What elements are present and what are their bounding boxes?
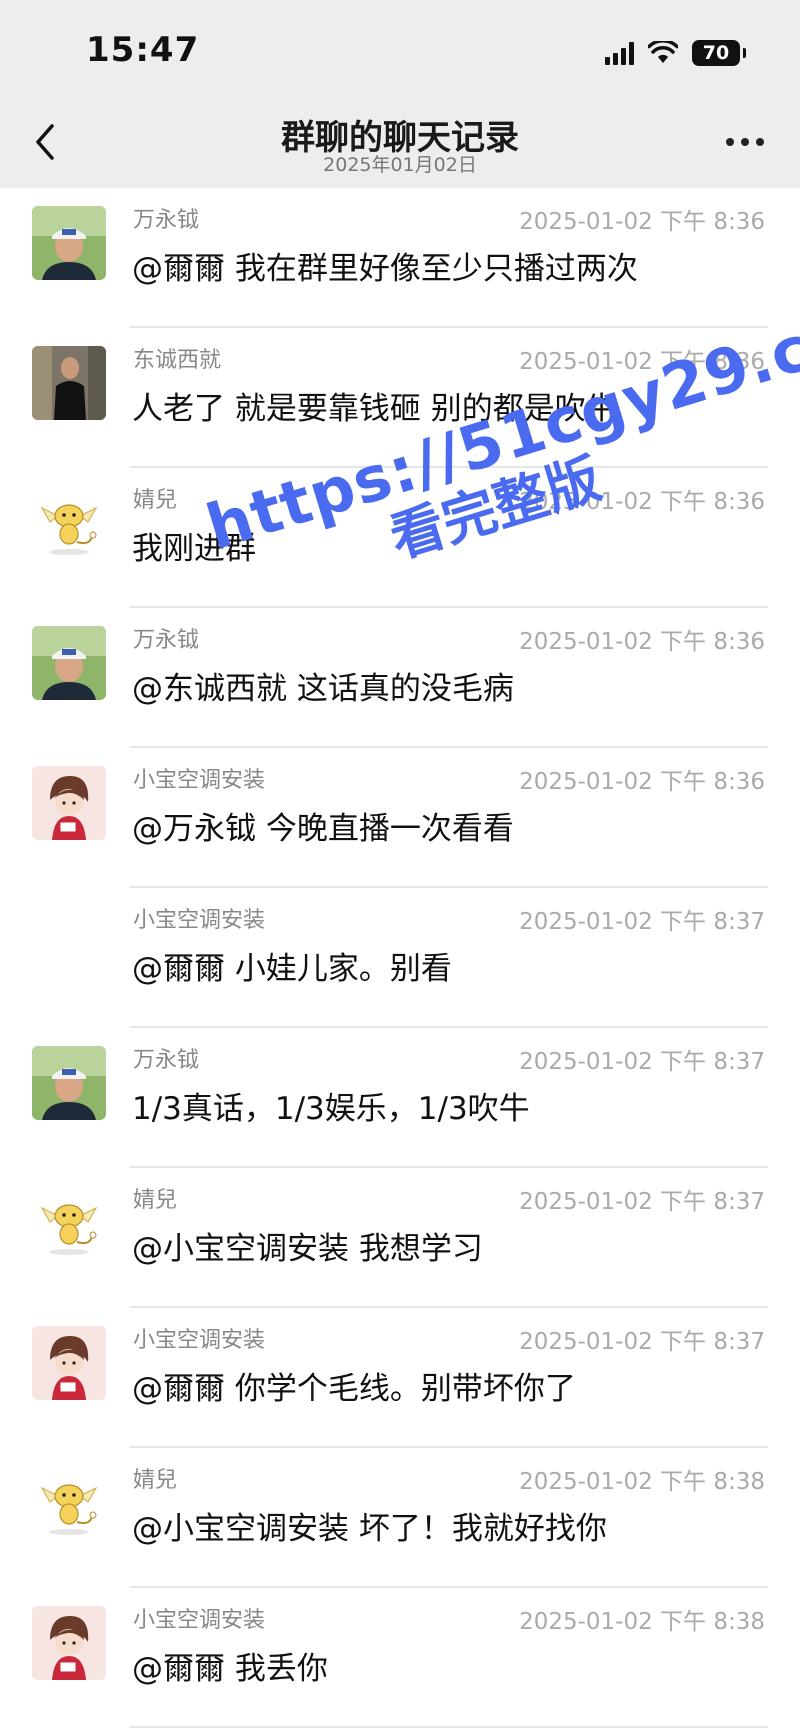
- sender-name: 小宝空调安装: [133, 1608, 266, 1633]
- sender-name: 婧兒: [133, 1468, 178, 1493]
- sender-name: 万永钺: [133, 628, 200, 653]
- message-item[interactable]: 万永钺 2025-01-02 下午 8:36 @东诚西就 这话真的没毛病: [0, 608, 800, 748]
- avatar[interactable]: [32, 766, 106, 840]
- sender-name: 婧兒: [133, 488, 178, 513]
- sender-name: 小宝空调安装: [133, 1328, 266, 1353]
- message-time: 2025-01-02 下午 8:36: [519, 489, 765, 515]
- message-text: @爾爾 小娃儿家。别看: [132, 951, 452, 987]
- more-icon[interactable]: [726, 138, 764, 146]
- message-text: @小宝空调安装 坏了！我就好找你: [132, 1511, 607, 1547]
- message-item[interactable]: 婧兒 2025-01-02 下午 8:36 我刚进群: [0, 468, 800, 608]
- message-item[interactable]: 小宝空调安装 2025-01-02 下午 8:37 @爾爾 小娃儿家。别看: [0, 888, 800, 1028]
- message-time: 2025-01-02 下午 8:38: [519, 1469, 765, 1495]
- message-time: 2025-01-02 下午 8:37: [519, 1329, 765, 1355]
- avatar[interactable]: [32, 1606, 106, 1680]
- message-text: 1/3真话，1/3娱乐，1/3吹牛: [132, 1091, 530, 1127]
- message-item[interactable]: 小宝空调安装 2025-01-02 下午 8:38 @爾爾 我丢你: [0, 1588, 800, 1728]
- clock: 15:47: [86, 30, 200, 70]
- sender-name: 东诚西就: [133, 348, 222, 373]
- message-time: 2025-01-02 下午 8:37: [519, 1189, 765, 1215]
- message-item[interactable]: 万永钺 2025-01-02 下午 8:36 @爾爾 我在群里好像至少只播过两次: [0, 188, 800, 328]
- status-bar: 15:47 70: [0, 0, 800, 100]
- sender-name: 小宝空调安装: [133, 908, 266, 933]
- nav-bar: 群聊的聊天记录 2025年01月02日: [0, 100, 800, 188]
- sender-name: 婧兒: [133, 1188, 178, 1213]
- message-text: 我刚进群: [132, 531, 256, 567]
- message-time: 2025-01-02 下午 8:37: [519, 909, 765, 935]
- message-list[interactable]: 万永钺 2025-01-02 下午 8:36 @爾爾 我在群里好像至少只播过两次东诚…: [0, 188, 800, 1733]
- avatar[interactable]: [32, 486, 106, 560]
- avatar[interactable]: [32, 626, 106, 700]
- divider: [130, 1726, 768, 1728]
- avatar[interactable]: [32, 1466, 106, 1540]
- message-text: @小宝空调安装 我想学习: [132, 1231, 483, 1267]
- message-time: 2025-01-02 下午 8:36: [519, 349, 765, 375]
- message-text: @东诚西就 这话真的没毛病: [132, 671, 514, 707]
- message-text: @爾爾 你学个毛线。别带坏你了: [132, 1371, 576, 1407]
- message-text: @爾爾 我丢你: [132, 1651, 328, 1687]
- message-time: 2025-01-02 下午 8:36: [519, 209, 765, 235]
- sender-name: 万永钺: [133, 1048, 200, 1073]
- avatar[interactable]: [32, 1326, 106, 1400]
- avatar[interactable]: [32, 346, 106, 420]
- message-item[interactable]: 小宝空调安装 2025-01-02 下午 8:36 @万永钺 今晚直播一次看看: [0, 748, 800, 888]
- message-time: 2025-01-02 下午 8:36: [519, 629, 765, 655]
- message-item[interactable]: 婧兒 2025-01-02 下午 8:38 @小宝空调安装 坏了！我就好找你: [0, 1448, 800, 1588]
- message-item[interactable]: 东诚西就 2025-01-02 下午 8:36 人老了 就是要靠钱砸 别的都是吹牛: [0, 328, 800, 468]
- avatar[interactable]: [32, 1186, 106, 1260]
- sender-name: 万永钺: [133, 208, 200, 233]
- battery-icon: 70: [692, 40, 746, 66]
- message-text: 人老了 就是要靠钱砸 别的都是吹牛: [132, 391, 617, 427]
- signal-icon: [605, 41, 634, 65]
- message-item[interactable]: 婧兒 2025-01-02 下午 8:37 @小宝空调安装 我想学习: [0, 1168, 800, 1308]
- message-time: 2025-01-02 下午 8:37: [519, 1049, 765, 1075]
- message-time: 2025-01-02 下午 8:36: [519, 769, 765, 795]
- avatar[interactable]: [32, 1046, 106, 1120]
- message-time: 2025-01-02 下午 8:38: [519, 1609, 765, 1635]
- message-text: @爾爾 我在群里好像至少只播过两次: [132, 251, 638, 287]
- avatar[interactable]: [32, 206, 106, 280]
- page-subtitle: 2025年01月02日: [323, 154, 477, 176]
- message-item[interactable]: 万永钺 2025-01-02 下午 8:37 1/3真话，1/3娱乐，1/3吹牛: [0, 1028, 800, 1168]
- sender-name: 小宝空调安装: [133, 768, 266, 793]
- status-icons: 70: [605, 38, 746, 68]
- wifi-icon: [648, 41, 678, 63]
- message-text: @万永钺 今晚直播一次看看: [132, 811, 514, 847]
- message-item[interactable]: 小宝空调安装 2025-01-02 下午 8:37 @爾爾 你学个毛线。别带坏你了: [0, 1308, 800, 1448]
